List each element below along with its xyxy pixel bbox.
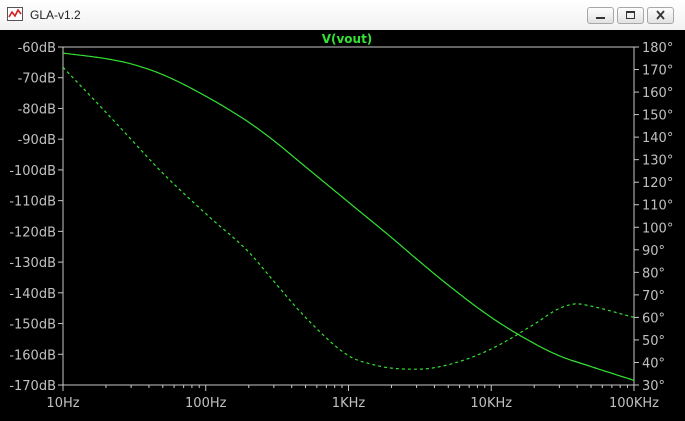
title-bar[interactable]: GLA-v1.2 <box>0 0 685 31</box>
traces <box>62 52 635 381</box>
right-axis-ticks: 180° 170° 160° 150° 140° 130° 120° 110° 100° 90° 8… <box>634 41 673 394</box>
x-tick-label: 1KHz <box>332 396 366 411</box>
right-tick-label: 180° <box>642 41 673 56</box>
minimize-button[interactable] <box>587 7 614 24</box>
right-tick-label: 170° <box>642 64 673 79</box>
magnitude-trace <box>62 52 635 381</box>
right-tick-label: 140° <box>642 131 673 146</box>
right-tick-label: 120° <box>642 176 673 191</box>
close-button[interactable] <box>647 7 674 24</box>
window-title: GLA-v1.2 <box>30 8 81 22</box>
right-tick-label: 70° <box>642 289 665 304</box>
minimize-icon <box>596 17 605 19</box>
close-icon <box>656 10 665 20</box>
right-tick-label: 130° <box>642 154 673 169</box>
left-tick-label: -90dB <box>18 133 56 148</box>
left-axis-ticks: -60dB -70dB -80dB -90dB -100dB -110dB -120dB -1… <box>9 41 63 394</box>
left-tick-label: -100dB <box>9 164 56 179</box>
right-tick-label: 60° <box>642 311 665 326</box>
maximize-button[interactable] <box>617 7 644 24</box>
bode-plot[interactable]: V(vout) -60dB -70dB -80dB -90dB -100dB -110dB… <box>0 30 685 421</box>
left-tick-label: -140dB <box>9 287 56 302</box>
x-axis-ticks: 10Hz 100Hz 1KHz 10KHz 100KHz <box>46 385 659 411</box>
right-tick-label: 80° <box>642 266 665 281</box>
left-tick-label: -70dB <box>18 72 56 87</box>
plot-frame <box>62 46 635 386</box>
right-tick-label: 40° <box>642 356 665 371</box>
left-tick-label: -120dB <box>9 225 56 240</box>
app-window: GLA-v1.2 V(vout) -60dB -70dB -80dB -90dB -10… <box>0 0 685 421</box>
trace-title[interactable]: V(vout) <box>322 32 373 46</box>
right-tick-label: 150° <box>642 109 673 124</box>
left-tick-label: -80dB <box>18 102 56 117</box>
chart-line-icon <box>7 7 23 21</box>
left-tick-label: -130dB <box>9 256 56 271</box>
left-tick-label: -170dB <box>9 379 56 394</box>
left-tick-label: -110dB <box>9 195 56 210</box>
right-tick-label: 90° <box>642 244 665 259</box>
right-tick-label: 110° <box>642 199 673 214</box>
right-tick-label: 160° <box>642 86 673 101</box>
right-tick-label: 30° <box>642 379 665 394</box>
x-tick-label: 100KHz <box>609 396 659 411</box>
left-tick-label: -160dB <box>9 348 56 363</box>
x-tick-label: 10KHz <box>470 396 512 411</box>
phase-trace <box>62 66 635 370</box>
plot-axes <box>62 46 635 386</box>
x-tick-label: 10Hz <box>46 396 79 411</box>
left-tick-label: -60dB <box>18 41 56 56</box>
maximize-icon <box>626 11 635 19</box>
x-tick-label: 100Hz <box>185 396 227 411</box>
right-tick-label: 50° <box>642 334 665 349</box>
left-tick-label: -150dB <box>9 318 56 333</box>
plot-pane[interactable]: V(vout) -60dB -70dB -80dB -90dB -100dB -110dB… <box>0 30 685 421</box>
right-tick-label: 100° <box>642 221 673 236</box>
